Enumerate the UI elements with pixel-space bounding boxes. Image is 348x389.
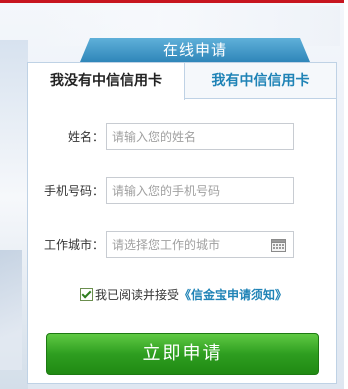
agreement-link[interactable]: 《信金宝申请须知》 xyxy=(179,288,287,302)
name-row: 姓名： xyxy=(28,123,336,151)
city-select[interactable] xyxy=(106,231,294,258)
tab-bar: 我没有中信信用卡 我有中信信用卡 xyxy=(28,63,336,100)
city-label: 工作城市： xyxy=(43,238,104,252)
phone-row: 手机号码： xyxy=(28,177,336,205)
right-edge xyxy=(344,0,348,389)
panel-header: 在线申请 xyxy=(80,38,310,62)
background-decoration xyxy=(0,40,28,389)
application-panel: 我没有中信信用卡 我有中信信用卡 姓名： 手机号码： 工作城市： 我已阅读并接受… xyxy=(27,62,337,384)
tab-has-card[interactable]: 我有中信信用卡 xyxy=(185,63,336,99)
agreement-row: 我已阅读并接受《信金宝申请须知》 xyxy=(80,287,287,303)
name-label: 姓名： xyxy=(67,130,104,144)
name-input[interactable] xyxy=(106,123,294,150)
phone-input[interactable] xyxy=(106,177,294,204)
top-red-line xyxy=(0,0,348,3)
tab-no-card[interactable]: 我没有中信信用卡 xyxy=(28,63,185,100)
agreement-checkbox[interactable] xyxy=(80,288,93,301)
city-row: 工作城市： xyxy=(28,231,336,259)
submit-button[interactable]: 立即申请 xyxy=(46,333,319,375)
phone-label: 手机号码： xyxy=(43,184,104,198)
agreement-text: 我已阅读并接受 xyxy=(95,288,180,302)
calendar-icon[interactable] xyxy=(271,238,286,252)
